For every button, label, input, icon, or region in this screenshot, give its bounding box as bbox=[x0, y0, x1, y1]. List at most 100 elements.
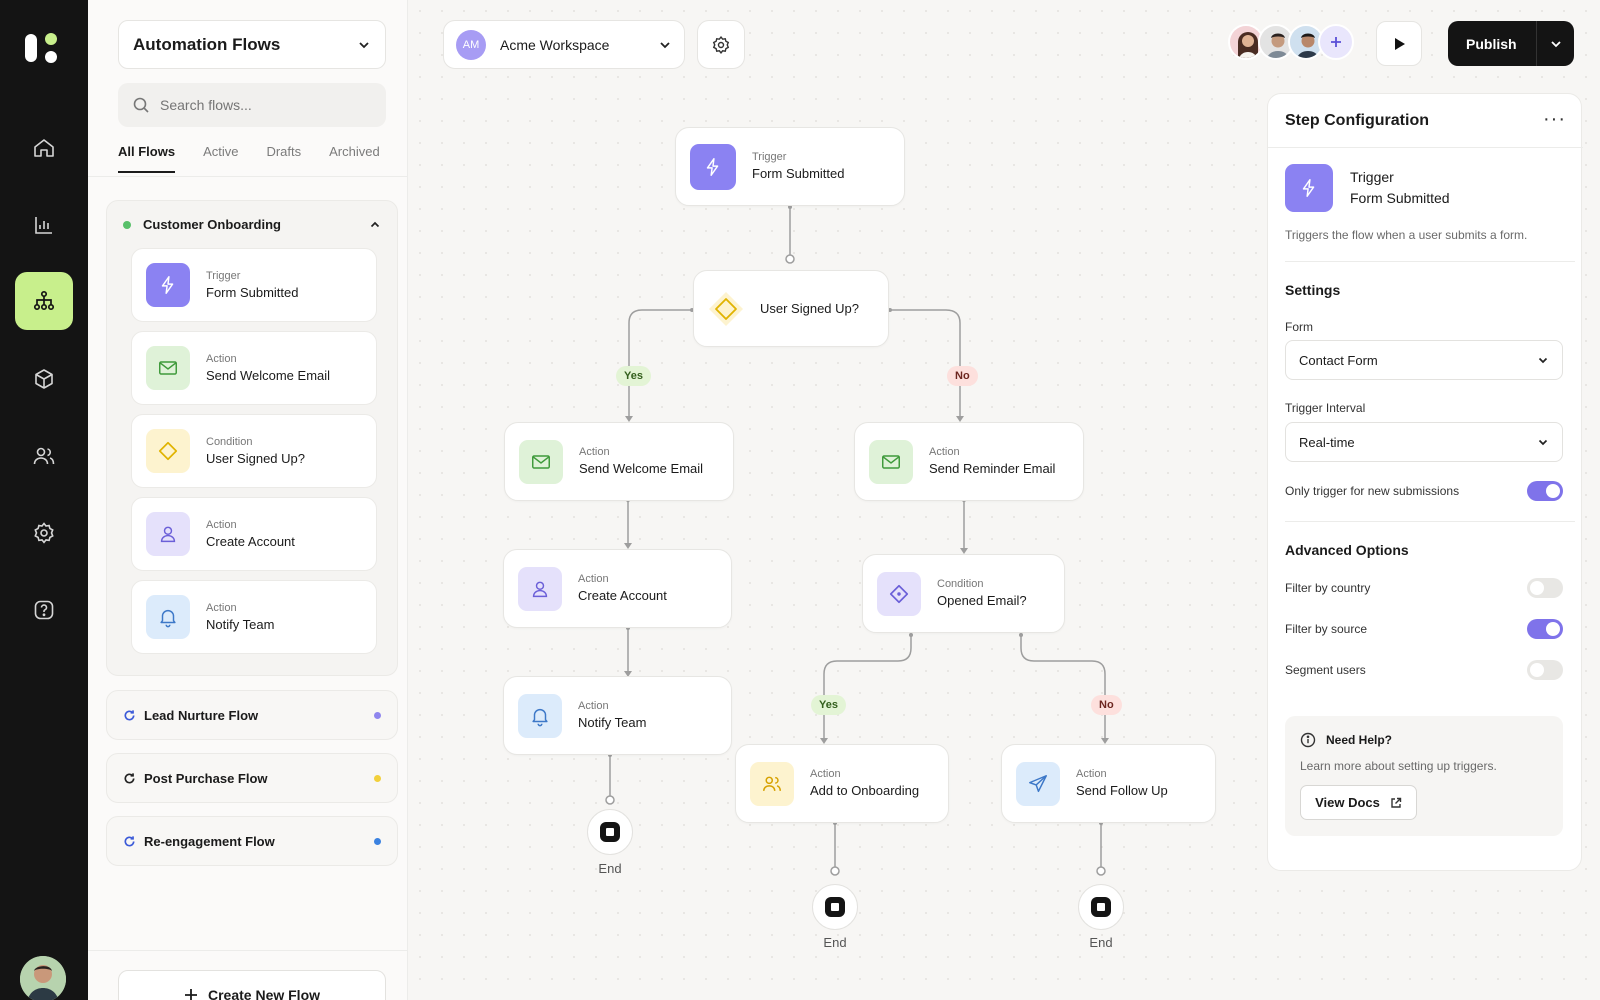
node-action-send-welcome-email[interactable]: Action Send Welcome Email bbox=[504, 422, 734, 501]
segment-users-toggle[interactable] bbox=[1527, 660, 1563, 680]
group-header[interactable]: Customer Onboarding bbox=[123, 217, 381, 232]
collaborator-avatars bbox=[1228, 24, 1354, 60]
sidebar-step-trigger[interactable]: Trigger Form Submitted bbox=[131, 248, 377, 322]
settings-heading: Settings bbox=[1285, 282, 1341, 298]
node-kind: Action bbox=[1076, 768, 1107, 781]
bell-icon bbox=[518, 693, 562, 738]
external-link-icon bbox=[1391, 797, 1402, 808]
end-node[interactable] bbox=[812, 884, 858, 930]
rail-help[interactable] bbox=[15, 581, 73, 639]
rail-flows[interactable] bbox=[15, 272, 73, 330]
selected-step-summary: Trigger Form Submitted bbox=[1285, 164, 1450, 212]
user-icon bbox=[146, 512, 190, 556]
info-icon bbox=[1300, 732, 1316, 748]
search-box[interactable] bbox=[118, 83, 386, 127]
node-label: Notify Team bbox=[578, 715, 647, 731]
flow-item-lead-nurture[interactable]: Lead Nurture Flow bbox=[106, 690, 398, 740]
node-kind: Condition bbox=[937, 578, 984, 591]
step-label: Create Account bbox=[206, 533, 295, 549]
node-condition-user-signed-up[interactable]: User Signed Up? bbox=[693, 270, 889, 347]
filter-source-label: Filter by source bbox=[1285, 622, 1368, 636]
rail-settings[interactable] bbox=[15, 504, 73, 562]
publish-button[interactable]: Publish bbox=[1448, 21, 1574, 66]
rail-integrations[interactable] bbox=[15, 350, 73, 408]
tab-archived[interactable]: Archived bbox=[329, 144, 380, 173]
panel-divider bbox=[1268, 147, 1583, 148]
publish-options-button[interactable] bbox=[1536, 21, 1574, 66]
step-kind: Trigger bbox=[206, 269, 241, 282]
end-node[interactable] bbox=[587, 809, 633, 855]
node-action-create-account[interactable]: Action Create Account bbox=[503, 549, 732, 628]
sidebar-step-notify-team[interactable]: Action Notify Team bbox=[131, 580, 377, 654]
filter-country-label: Filter by country bbox=[1285, 581, 1371, 595]
trigger-interval-label: Trigger Interval bbox=[1285, 401, 1366, 415]
chevron-down-icon bbox=[359, 41, 369, 48]
help-card: Need Help? Learn more about setting up t… bbox=[1285, 716, 1563, 836]
app-logo[interactable] bbox=[24, 28, 64, 68]
more-options-icon[interactable]: ··· bbox=[1543, 108, 1566, 131]
stop-icon bbox=[1091, 897, 1111, 917]
end-node[interactable] bbox=[1078, 884, 1124, 930]
search-input[interactable] bbox=[160, 97, 360, 113]
sidebar-step-condition[interactable]: Condition User Signed Up? bbox=[131, 414, 377, 488]
status-dot bbox=[374, 774, 381, 782]
flow-tabs: All Flows Active Drafts Archived bbox=[118, 144, 380, 173]
test-run-button[interactable] bbox=[1376, 21, 1422, 66]
users-icon bbox=[33, 447, 55, 465]
node-action-send-follow-up[interactable]: Action Send Follow Up bbox=[1001, 744, 1216, 823]
end-label: End bbox=[1089, 935, 1113, 950]
workspace-settings-button[interactable] bbox=[697, 20, 745, 69]
chevron-up-icon bbox=[370, 221, 380, 227]
gear-icon bbox=[712, 35, 730, 54]
node-condition-opened-email[interactable]: Condition Opened Email? bbox=[862, 554, 1065, 633]
refresh-icon bbox=[124, 709, 135, 720]
step-kind: Action bbox=[206, 518, 237, 531]
diamond-icon bbox=[877, 571, 921, 616]
flow-item-post-purchase[interactable]: Post Purchase Flow bbox=[106, 753, 398, 803]
flow-type-select[interactable]: Automation Flows bbox=[118, 20, 386, 69]
node-trigger-form-submitted[interactable]: Trigger Form Submitted bbox=[675, 127, 905, 206]
node-action-notify-team[interactable]: Action Notify Team bbox=[503, 676, 732, 755]
create-new-flow-button[interactable]: Create New Flow bbox=[118, 970, 386, 1000]
new-submissions-toggle[interactable] bbox=[1527, 481, 1563, 501]
step-kind: Action bbox=[206, 601, 237, 614]
rail-analytics[interactable] bbox=[15, 196, 73, 254]
node-action-add-to-onboarding[interactable]: Action Add to Onboarding bbox=[735, 744, 949, 823]
new-submissions-row: Only trigger for new submissions bbox=[1285, 481, 1563, 501]
selected-step-label: Form Submitted bbox=[1350, 190, 1450, 206]
rail-home[interactable] bbox=[15, 119, 73, 177]
add-collaborator-button[interactable] bbox=[1318, 24, 1354, 60]
search-icon bbox=[133, 97, 149, 113]
sidebar-step-welcome-email[interactable]: Action Send Welcome Email bbox=[131, 331, 377, 405]
trigger-interval-select[interactable]: Real-time bbox=[1285, 422, 1563, 462]
tab-all-flows[interactable]: All Flows bbox=[118, 144, 176, 173]
filter-source-toggle[interactable] bbox=[1527, 619, 1563, 639]
node-action-send-reminder-email[interactable]: Action Send Reminder Email bbox=[854, 422, 1084, 501]
flows-sidebar: Automation Flows All Flows Active Drafts… bbox=[88, 0, 408, 1000]
flow-group-customer-onboarding: Customer Onboarding Trigger Form Submitte… bbox=[106, 200, 398, 676]
filter-country-toggle[interactable] bbox=[1527, 578, 1563, 598]
view-docs-button[interactable]: View Docs bbox=[1300, 785, 1417, 820]
flow-type-label: Automation Flows bbox=[133, 34, 281, 54]
workspace-select[interactable]: AM Acme Workspace bbox=[443, 20, 685, 69]
form-select[interactable]: Contact Form bbox=[1285, 340, 1563, 380]
user-icon bbox=[518, 566, 562, 611]
advanced-options-heading: Advanced Options bbox=[1285, 542, 1409, 558]
tab-active[interactable]: Active bbox=[203, 144, 238, 173]
flow-item-re-engagement[interactable]: Re-engagement Flow bbox=[106, 816, 398, 866]
tab-drafts[interactable]: Drafts bbox=[266, 144, 301, 173]
active-status-dot bbox=[123, 220, 131, 229]
flow-name: Lead Nurture Flow bbox=[144, 707, 259, 723]
user-avatar[interactable] bbox=[20, 956, 66, 1000]
node-kind: Action bbox=[578, 573, 609, 586]
refresh-icon bbox=[124, 835, 135, 846]
stop-icon bbox=[600, 822, 620, 842]
filter-country-row: Filter by country bbox=[1285, 578, 1563, 598]
chevron-down-icon bbox=[1538, 439, 1548, 446]
diamond-icon bbox=[146, 429, 190, 473]
plus-icon bbox=[184, 989, 197, 1000]
sidebar-step-create-account[interactable]: Action Create Account bbox=[131, 497, 377, 571]
rail-users[interactable] bbox=[15, 427, 73, 485]
step-label: Notify Team bbox=[206, 616, 275, 632]
node-label: Create Account bbox=[578, 588, 667, 604]
